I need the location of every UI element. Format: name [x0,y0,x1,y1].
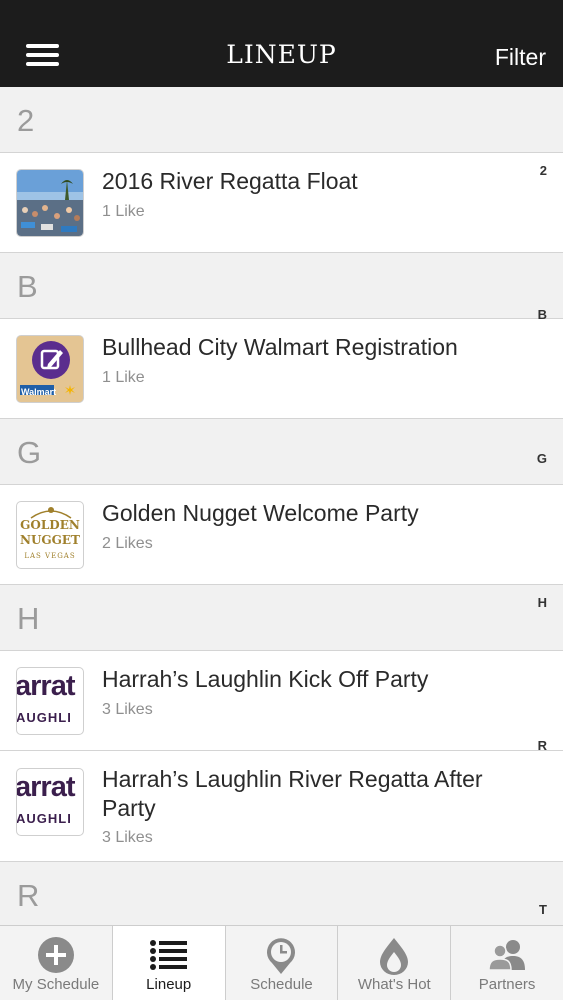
section-header-b: B [0,253,563,319]
list-item-golden-nugget-welcome-party[interactable]: GOLDEN NUGGET LAS VEGAS Golden Nugget We… [0,485,563,585]
item-likes-count: 3 Likes [102,829,153,846]
list-item-walmart-registration[interactable]: Walmart Bullhead City Walmart Registrati… [0,319,563,419]
tab-partners[interactable]: Partners [451,926,563,1000]
index-letter-2[interactable]: 2 [540,163,547,178]
lineup-list[interactable]: 2 2016 River Regatta Float 1 Like B Walm… [0,87,563,925]
section-letter: B [17,269,38,304]
walmart-registration-thumbnail: Walmart [16,335,84,403]
index-letter-r[interactable]: R [538,738,547,753]
nugget-logo-line-2: NUGGET [19,533,80,547]
section-letter: G [17,435,42,470]
section-header-g: G [0,419,563,485]
list-item-harrahs-kick-off-party[interactable]: arrat AUGHLI Harrah’s Laughlin Kick Off … [0,651,563,751]
list-item-harrahs-after-party[interactable]: arrat AUGHLI Harrah’s Laughlin River Reg… [0,751,563,862]
index-letter-b[interactable]: B [538,307,547,322]
harrahs-logo-thumbnail: arrat AUGHLI [16,667,84,735]
item-likes-count: 1 Like [102,369,145,386]
golden-nugget-logo-thumbnail: GOLDEN NUGGET LAS VEGAS [16,501,84,569]
alphabet-index-bar[interactable]: 2 B G H R T [533,87,547,925]
item-title: 2016 River Regatta Float [102,168,358,194]
nugget-logo-line-3: LAS VEGAS [24,552,76,560]
clock-pin-icon [261,936,301,976]
top-app-bar: LINEUP Filter [0,0,563,87]
section-letter: 2 [17,103,35,138]
section-letter: H [17,601,40,636]
river-regatta-photo-thumbnail [16,169,84,237]
tab-label: My Schedule [12,976,100,993]
tab-schedule[interactable]: Schedule [226,926,339,1000]
list-item-river-regatta-float[interactable]: 2016 River Regatta Float 1 Like [0,153,563,253]
tab-label: What's Hot [357,976,431,993]
section-header-h: H [0,585,563,651]
people-icon [487,936,527,976]
section-header-2: 2 [0,87,563,153]
tab-label: Schedule [250,976,313,993]
section-letter: R [17,878,40,913]
walmart-logo-text: Walmart [21,387,57,397]
tab-label: Partners [478,976,536,993]
nugget-logo-line-1: GOLDEN [20,518,80,532]
list-icon [149,936,189,976]
section-header-r: R [0,862,563,925]
harrahs-logo-line-2: AUGHLI [16,811,72,826]
filter-button[interactable]: Filter [495,44,546,71]
bottom-tab-bar: My Schedule Lineup Schedule What's Hot P… [0,925,563,1000]
plus-circle-icon [36,936,76,976]
item-likes-count: 1 Like [102,203,145,220]
flame-icon [374,936,414,976]
page-title: LINEUP [226,40,337,69]
item-title: Golden Nugget Welcome Party [102,500,419,526]
item-title: Harrah’s Laughlin Kick Off Party [102,666,429,692]
item-likes-count: 3 Likes [102,701,153,718]
index-letter-g[interactable]: G [537,451,547,466]
index-letter-h[interactable]: H [538,595,547,610]
tab-lineup[interactable]: Lineup [112,926,226,1000]
item-title: Bullhead City Walmart Registration [102,334,458,360]
index-letter-t[interactable]: T [539,902,547,917]
harrahs-logo-thumbnail: arrat AUGHLI [16,768,84,836]
harrahs-logo-line-2: AUGHLI [16,710,72,725]
harrahs-logo-line-1: arrat [16,771,75,803]
tab-whats-hot[interactable]: What's Hot [338,926,452,1000]
item-title: Harrah’s Laughlin River Regatta After Pa… [102,766,483,821]
tab-label: Lineup [146,976,192,993]
harrahs-logo-line-1: arrat [16,670,75,702]
tab-my-schedule[interactable]: My Schedule [0,926,113,1000]
item-likes-count: 2 Likes [102,535,153,552]
